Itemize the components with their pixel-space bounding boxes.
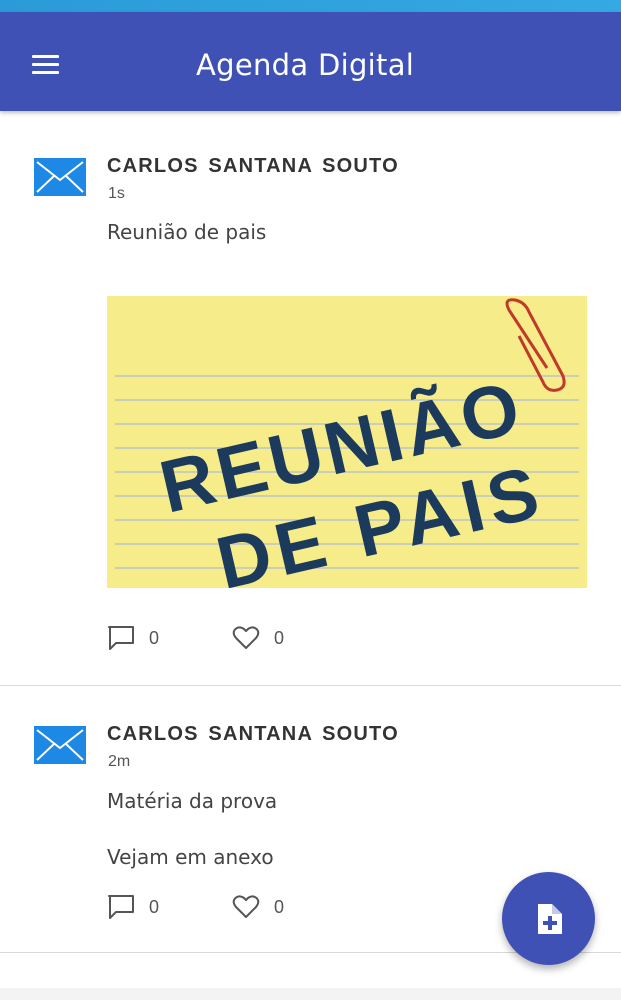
post-text-secondary: Vejam em anexo [107, 845, 274, 869]
feed: CARLOS SANTANA SOUTO 1s Reunião de pais … [0, 111, 621, 1000]
app-title: Agenda Digital [196, 48, 415, 82]
app-bar: Agenda Digital [0, 12, 621, 111]
next-post-edge [0, 988, 621, 1000]
comment-icon [108, 895, 134, 919]
like-count: 0 [274, 896, 285, 917]
post-author[interactable]: CARLOS SANTANA SOUTO [107, 723, 399, 746]
post-author[interactable]: CARLOS SANTANA SOUTO [107, 155, 399, 178]
post-text: Matéria da prova [107, 789, 278, 813]
post-card[interactable]: CARLOS SANTANA SOUTO 1s Reunião de pais … [0, 111, 621, 686]
heart-icon [232, 895, 260, 918]
post-time: 2m [108, 753, 131, 770]
envelope-icon [34, 158, 86, 196]
status-bar [0, 0, 621, 12]
new-post-fab-button[interactable] [502, 872, 595, 965]
comment-icon [108, 626, 134, 650]
comment-count: 0 [149, 627, 160, 648]
add-document-icon [538, 904, 562, 934]
comment-button[interactable]: 0 [107, 623, 159, 653]
like-button[interactable]: 0 [232, 892, 284, 922]
comment-count: 0 [149, 896, 160, 917]
like-count: 0 [274, 627, 285, 648]
envelope-icon [34, 726, 86, 764]
post-text: Reunião de pais [107, 220, 267, 244]
post-time: 1s [108, 185, 125, 202]
heart-icon [232, 626, 260, 649]
hamburger-menu-icon[interactable] [22, 42, 70, 90]
post-image[interactable]: REUNIÃO DE PAIS [107, 296, 587, 588]
like-button[interactable]: 0 [232, 623, 284, 653]
comment-button[interactable]: 0 [107, 892, 159, 922]
